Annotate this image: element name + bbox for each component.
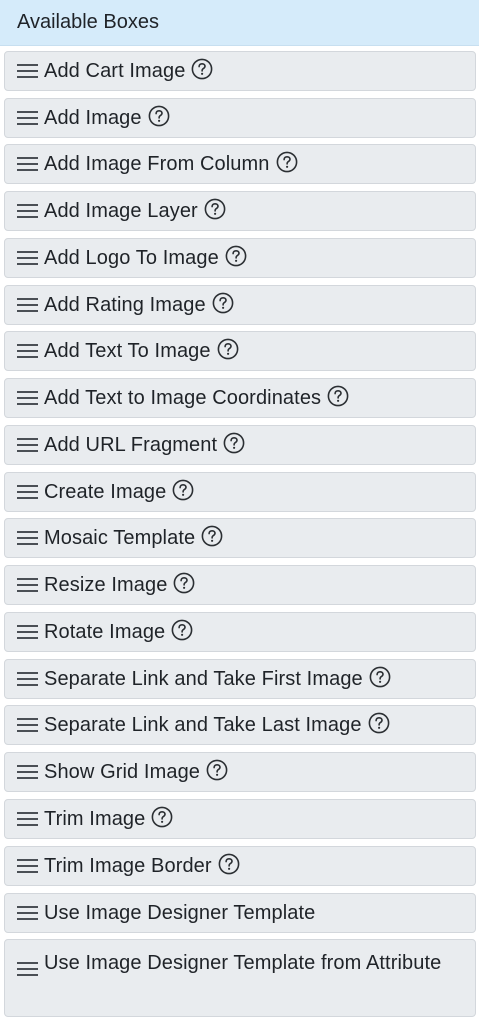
box-item-add-image[interactable]: Add Image [4,98,476,138]
box-item-add-text-to-image-coordinates[interactable]: Add Text to Image Coordinates [4,378,476,418]
box-item-label: Trim Image [44,807,146,830]
drag-handle-icon[interactable] [17,811,38,827]
drag-handle-icon[interactable] [17,624,38,640]
box-item-label: Add Cart Image [44,59,186,82]
help-icon[interactable] [191,58,213,80]
drag-handle-icon[interactable] [17,63,38,79]
box-item-label: Create Image [44,480,167,503]
drag-handle-icon[interactable] [17,110,38,126]
box-item-add-url-fragment[interactable]: Add URL Fragment [4,425,476,465]
drag-handle-icon[interactable] [17,484,38,500]
box-item-mosaic-template[interactable]: Mosaic Template [4,518,476,558]
drag-handle-icon[interactable] [17,905,38,921]
box-item-add-logo-to-image[interactable]: Add Logo To Image [4,238,476,278]
box-item-label: Rotate Image [44,620,166,643]
drag-handle-icon[interactable] [17,390,38,406]
box-item-rotate-image[interactable]: Rotate Image [4,612,476,652]
drag-handle-icon[interactable] [17,437,38,453]
box-item-label: Add Logo To Image [44,246,219,269]
box-item-label: Add Rating Image [44,293,206,316]
help-icon[interactable] [148,105,170,127]
help-icon[interactable] [217,338,239,360]
drag-handle-icon[interactable] [17,156,38,172]
help-icon[interactable] [206,759,228,781]
drag-handle-icon[interactable] [17,343,38,359]
help-icon[interactable] [368,712,390,734]
box-item-label: Use Image Designer Template [44,901,316,924]
help-icon[interactable] [223,432,245,454]
box-item-label: Separate Link and Take First Image [44,667,363,690]
box-item-use-image-designer-template[interactable]: Use Image Designer Template [4,893,476,933]
box-item-label: Use Image Designer Template from Attribu… [44,952,442,974]
box-item-label: Separate Link and Take Last Image [44,713,362,736]
box-item-add-cart-image[interactable]: Add Cart Image [4,51,476,91]
box-item-create-image[interactable]: Create Image [4,472,476,512]
help-icon[interactable] [171,619,193,641]
box-item-label: Add Text to Image Coordinates [44,386,322,409]
box-item-separate-link-take-last-image[interactable]: Separate Link and Take Last Image [4,705,476,745]
panel-title: Available Boxes [17,11,159,33]
drag-handle-icon[interactable] [17,530,38,546]
box-item-label: Show Grid Image [44,760,201,783]
drag-handle-icon[interactable] [17,671,38,687]
drag-handle-icon[interactable] [17,297,38,313]
box-item-add-image-from-column[interactable]: Add Image From Column [4,144,476,184]
drag-handle-icon[interactable] [17,250,38,266]
box-item-label: Add Image Layer [44,199,198,222]
available-boxes-panel: Available Boxes Add Cart Image Add Image… [0,0,482,1018]
help-icon[interactable] [204,198,226,220]
help-icon[interactable] [327,385,349,407]
help-icon[interactable] [151,806,173,828]
drag-handle-icon[interactable] [17,717,38,733]
box-item-label: Resize Image [44,573,168,596]
box-item-label: Trim Image Border [44,854,212,877]
box-item-trim-image[interactable]: Trim Image [4,799,476,839]
help-icon[interactable] [276,151,298,173]
help-icon[interactable] [212,292,234,314]
help-icon[interactable] [172,479,194,501]
drag-handle-icon[interactable] [17,858,38,874]
panel-header: Available Boxes [0,0,482,46]
drag-handle-icon[interactable] [17,764,38,780]
drag-handle-icon[interactable] [17,961,38,977]
help-icon[interactable] [369,666,391,688]
box-item-use-image-designer-template-from-attribute[interactable]: Use Image Designer Template from Attribu… [4,939,476,1017]
box-item-label: Add URL Fragment [44,433,218,456]
help-icon[interactable] [201,525,223,547]
box-item-resize-image[interactable]: Resize Image [4,565,476,605]
tall-label-wrap: Use Image Designer Template from Attribu… [17,947,457,979]
box-item-add-rating-image[interactable]: Add Rating Image [4,285,476,325]
help-icon[interactable] [173,572,195,594]
drag-handle-icon[interactable] [17,577,38,593]
drag-handle-icon[interactable] [17,203,38,219]
box-item-trim-image-border[interactable]: Trim Image Border [4,846,476,886]
help-icon[interactable] [218,853,240,875]
box-item-label: Add Image From Column [44,152,270,175]
box-item-add-text-to-image[interactable]: Add Text To Image [4,331,476,371]
box-item-label: Add Text To Image [44,339,211,362]
help-icon[interactable] [225,245,247,267]
box-item-label: Add Image [44,106,142,129]
box-item-separate-link-take-first-image[interactable]: Separate Link and Take First Image [4,659,476,699]
box-item-label: Mosaic Template [44,526,196,549]
box-item-add-image-layer[interactable]: Add Image Layer [4,191,476,231]
box-item-show-grid-image[interactable]: Show Grid Image [4,752,476,792]
